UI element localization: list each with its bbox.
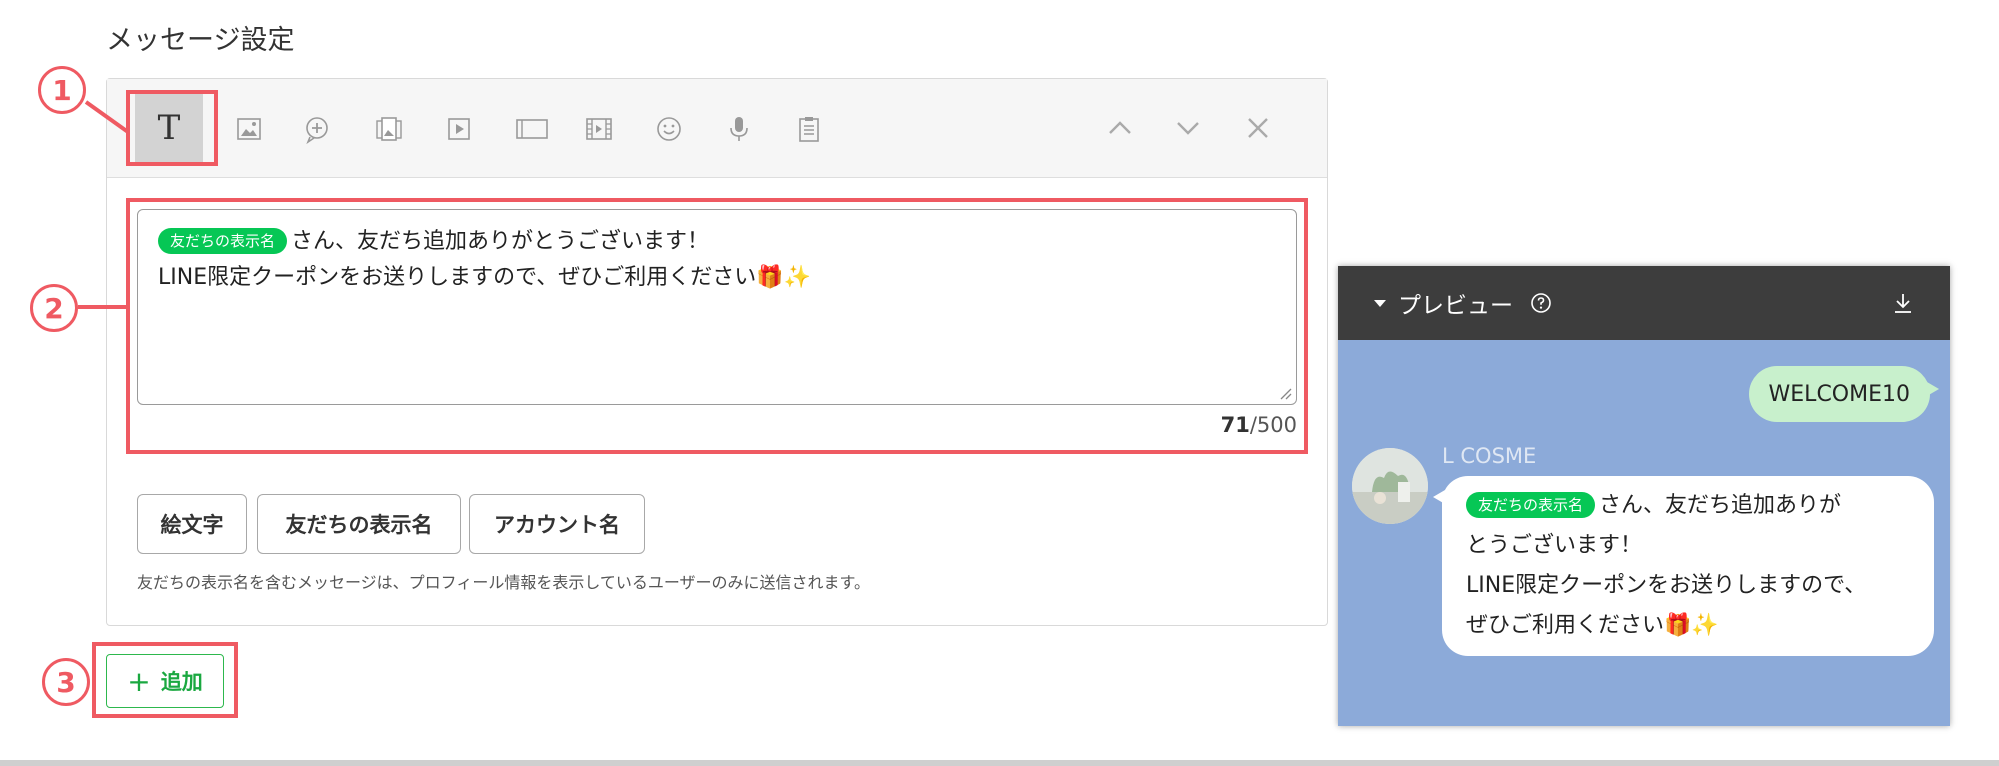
microphone-icon bbox=[730, 117, 748, 141]
move-down-button[interactable] bbox=[1171, 111, 1205, 145]
chat-bubble-plus-icon bbox=[306, 117, 328, 144]
insert-emoji-button[interactable]: 絵文字 bbox=[137, 494, 247, 554]
user-message-bubble: WELCOME10 bbox=[1748, 366, 1940, 422]
bubble-line-3: LINE限定クーポンをお送りしますので、 bbox=[1466, 573, 1867, 598]
chevron-down-icon bbox=[1177, 122, 1199, 135]
divider bbox=[0, 760, 1999, 766]
caret-down-icon bbox=[1374, 300, 1386, 307]
bubble-line-1-text: さん、友だち追加ありが bbox=[1599, 493, 1842, 518]
highlight-text-tool bbox=[126, 90, 218, 166]
bubble-line-1: 友だちの表示名 さん、友だち追加ありが bbox=[1466, 486, 1910, 526]
annotation-marker-3: 3 bbox=[42, 658, 90, 706]
insert-friend-name-button[interactable]: 友だちの表示名 bbox=[257, 494, 461, 554]
avatar-image bbox=[1352, 448, 1428, 524]
highlight-add-button bbox=[92, 642, 238, 718]
help-icon[interactable] bbox=[1529, 291, 1553, 315]
stamp-tool-button[interactable] bbox=[297, 109, 337, 149]
sender-name: L COSME bbox=[1442, 444, 1537, 468]
rich-message-tool-button[interactable] bbox=[507, 109, 557, 149]
friend-name-note: 友だちの表示名を含むメッセージは、プロフィール情報を表示しているユーザーのみに送… bbox=[137, 573, 870, 592]
emoji-icon bbox=[657, 117, 681, 141]
card-message-icon bbox=[376, 117, 402, 141]
delete-message-button[interactable] bbox=[1241, 111, 1275, 145]
preview-header[interactable]: プレビュー bbox=[1338, 266, 1950, 340]
annotation-marker-2: 2 bbox=[30, 284, 78, 332]
annotation-leader-1 bbox=[84, 100, 130, 134]
image-tool-button[interactable] bbox=[229, 109, 269, 149]
preview-title[interactable]: プレビュー bbox=[1372, 286, 1553, 320]
clipboard-icon bbox=[799, 117, 819, 142]
chevron-up-icon bbox=[1109, 121, 1131, 134]
rich-video-tool-button[interactable] bbox=[579, 109, 619, 149]
preview-chat-area: WELCOME10 L COSME 友だちの表示名 さん、友だち追加ありが とうご… bbox=[1338, 340, 1950, 726]
close-icon bbox=[1248, 118, 1268, 138]
preview-title-label: プレビュー bbox=[1398, 293, 1513, 319]
avatar bbox=[1352, 448, 1428, 524]
film-icon bbox=[586, 118, 612, 140]
rich-message-icon bbox=[516, 119, 548, 139]
download-icon[interactable] bbox=[1890, 290, 1916, 316]
move-up-button[interactable] bbox=[1103, 111, 1137, 145]
video-tool-button[interactable] bbox=[439, 109, 479, 149]
highlight-textarea bbox=[126, 198, 1308, 454]
preview-panel: プレビュー WELCOME10 L COSME 友だちの表示名 さん、友だち追加あ… bbox=[1338, 266, 1950, 726]
annotation-marker-1: 1 bbox=[38, 66, 86, 114]
annotation-leader-2 bbox=[78, 305, 126, 309]
bubble-line-2: とうございます！ bbox=[1466, 533, 1643, 558]
bubble-line-4: ぜひご利用ください🎁✨ bbox=[1466, 613, 1719, 638]
message-type-toolbar: T bbox=[107, 79, 1327, 178]
survey-tool-button[interactable] bbox=[789, 109, 829, 149]
play-video-icon bbox=[448, 118, 470, 140]
friend-name-tag: 友だちの表示名 bbox=[1466, 492, 1596, 518]
bot-message-bubble: 友だちの表示名 さん、友だち追加ありが とうございます！ LINE限定クーポンをお… bbox=[1433, 476, 1934, 656]
card-message-tool-button[interactable] bbox=[369, 109, 409, 149]
image-icon bbox=[237, 118, 261, 140]
section-title: メッセージ設定 bbox=[106, 25, 295, 56]
emoji-tool-button[interactable] bbox=[649, 109, 689, 149]
voice-tool-button[interactable] bbox=[719, 109, 759, 149]
insert-account-name-button[interactable]: アカウント名 bbox=[469, 494, 645, 554]
